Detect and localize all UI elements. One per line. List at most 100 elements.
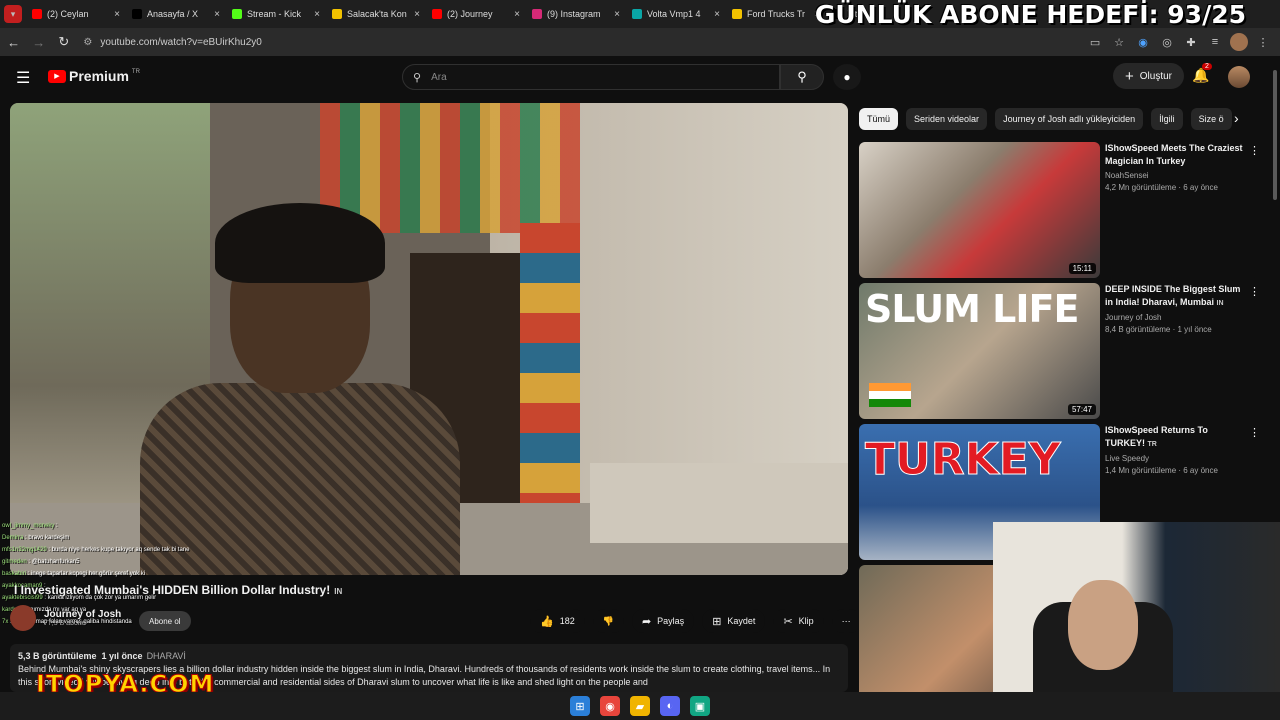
filter-chip[interactable]: Journey of Josh adlı yükleyiciden bbox=[995, 108, 1144, 130]
extensions-puzzle-icon[interactable]: ✚ bbox=[1182, 33, 1200, 51]
chat-text: @batuhanfurkan5 bbox=[31, 559, 80, 565]
save-button[interactable]: ⊞ Kaydet bbox=[702, 609, 766, 633]
browser-tab[interactable]: (2) Ceylan × bbox=[26, 2, 126, 26]
more-options-icon[interactable]: ⋮ bbox=[1249, 426, 1260, 439]
reload-icon[interactable]: ↻ bbox=[52, 30, 75, 54]
windows-icon[interactable]: ⊞ bbox=[570, 696, 590, 716]
close-tab-icon[interactable]: × bbox=[314, 9, 320, 20]
profile-icon[interactable] bbox=[1230, 33, 1249, 51]
close-tab-icon[interactable]: × bbox=[714, 9, 720, 20]
back-icon[interactable]: ← bbox=[2, 30, 25, 54]
filter-chip[interactable]: Tümü bbox=[859, 108, 899, 130]
forward-icon[interactable]: → bbox=[27, 30, 50, 54]
share-button[interactable]: ➦ Paylaş bbox=[631, 609, 695, 633]
recommended-channel[interactable]: Live Speedy bbox=[1105, 454, 1245, 463]
browser-tab[interactable]: Anasayfa / X × bbox=[126, 2, 226, 26]
chevron-right-icon[interactable]: › bbox=[1234, 110, 1239, 126]
create-button[interactable]: + Oluştur bbox=[1113, 63, 1184, 89]
save-label: Kaydet bbox=[727, 616, 756, 626]
close-tab-icon[interactable]: × bbox=[114, 9, 120, 20]
filter-chip[interactable]: İlgili bbox=[1151, 108, 1183, 130]
title-flag: IN bbox=[1216, 300, 1224, 307]
dislike-button[interactable]: 👎 bbox=[592, 609, 624, 633]
browser-menu-icon[interactable]: ⋮ bbox=[1254, 33, 1272, 51]
share-icon: ➦ bbox=[641, 615, 652, 628]
video-title-flag: IN bbox=[334, 587, 343, 596]
folder-icon[interactable]: ▰ bbox=[630, 696, 650, 716]
recommended-channel[interactable]: Journey of Josh bbox=[1105, 313, 1245, 322]
account-avatar[interactable] bbox=[1228, 66, 1250, 88]
chat-text: burda niye herkes kupe takıyor aq sende … bbox=[51, 547, 190, 553]
cast-icon[interactable]: ▭ bbox=[1086, 33, 1104, 51]
recommended-meta: 4,2 Mn görüntüleme · 6 ay önce bbox=[1105, 183, 1218, 192]
browser-tab[interactable]: (2) Journey × bbox=[426, 2, 526, 26]
browser-tab[interactable]: Ford Trucks Tr × bbox=[726, 2, 826, 26]
recommended-video[interactable]: SLUM LIFE 57:47 DEEP INSIDE The Biggest S… bbox=[859, 283, 1260, 419]
close-tab-icon[interactable]: × bbox=[414, 9, 420, 20]
subscribe-button[interactable]: Abone ol bbox=[139, 611, 191, 631]
chat-message: Demirra : bravo kardeşim bbox=[2, 535, 70, 541]
channel-avatar[interactable] bbox=[10, 605, 36, 631]
tab-list-icon[interactable]: ≡ bbox=[1206, 33, 1224, 51]
extension-a-icon[interactable]: ◉ bbox=[1134, 33, 1152, 51]
tab-title: Ford Trucks Tr bbox=[747, 9, 806, 19]
more-actions-button[interactable]: ⋯ bbox=[831, 609, 861, 633]
browser-tab[interactable]: Stream - Kick × bbox=[226, 2, 326, 26]
discord-icon[interactable]: ◐ bbox=[660, 696, 680, 716]
video-title: I Investigated Mumbai's HIDDEN Billion D… bbox=[14, 583, 342, 597]
chat-user: owl_jimmy_moneky bbox=[2, 523, 55, 529]
page-scrollbar[interactable] bbox=[1271, 60, 1279, 680]
recommended-title[interactable]: IShowSpeed Meets The Craziest Magician I… bbox=[1105, 142, 1245, 168]
search-box[interactable]: ⚲ bbox=[402, 64, 780, 90]
browser-tab[interactable]: Volta Vmp1 4 × bbox=[626, 2, 726, 26]
tab-title: (9) Instagram bbox=[547, 9, 601, 19]
recommended-video[interactable]: 15:11 IShowSpeed Meets The Craziest Magi… bbox=[859, 142, 1260, 278]
view-count: 5,3 B görüntüleme bbox=[18, 651, 97, 661]
stream-overlay-title: GÜNLÜK ABONE HEDEFİ: 93/25 bbox=[814, 0, 1246, 29]
more-options-icon[interactable]: ⋮ bbox=[1249, 144, 1260, 157]
filter-chip[interactable]: Seriden videolar bbox=[906, 108, 988, 130]
search-button[interactable]: ⚲ bbox=[780, 64, 824, 90]
app-icon[interactable]: ▣ bbox=[690, 696, 710, 716]
search-icon: ⚲ bbox=[413, 71, 422, 84]
chat-message: mfs1n32mg1429 : burda niye herkes kupe t… bbox=[2, 547, 190, 553]
x-icon bbox=[132, 9, 142, 19]
close-tab-icon[interactable]: × bbox=[614, 9, 620, 20]
recommended-channel[interactable]: NoahSensei bbox=[1105, 171, 1245, 180]
chat-text: bravo kardeşim bbox=[28, 535, 70, 541]
browser-tab[interactable]: Salacak'ta Kon × bbox=[326, 2, 426, 26]
youtube-logo[interactable]: ▶ Premium TR bbox=[48, 68, 140, 84]
volta-icon bbox=[632, 9, 642, 19]
more-options-icon[interactable]: ⋮ bbox=[1249, 285, 1260, 298]
voice-search-button[interactable]: ● bbox=[833, 64, 861, 90]
browser-tab[interactable]: (9) Instagram × bbox=[526, 2, 626, 26]
close-tab-icon[interactable]: × bbox=[514, 9, 520, 20]
video-thumbnail[interactable]: SLUM LIFE 57:47 bbox=[859, 283, 1100, 419]
video-player[interactable] bbox=[10, 103, 848, 575]
like-button[interactable]: 👍 182 bbox=[530, 609, 585, 633]
thumbnail-text: TURKEY bbox=[865, 434, 1062, 486]
bookmark-star-icon[interactable]: ☆ bbox=[1110, 33, 1128, 51]
recommended-title[interactable]: IShowSpeed Returns To TURKEY! TR bbox=[1105, 424, 1245, 451]
channel-name[interactable]: Journey of Josh bbox=[44, 609, 121, 620]
tab-search-icon[interactable]: ▾ bbox=[4, 5, 22, 23]
clip-button[interactable]: ✂ Klip bbox=[773, 609, 824, 633]
chrome-icon[interactable]: ◉ bbox=[600, 696, 620, 716]
video-tag[interactable]: DHARAVİ bbox=[147, 651, 186, 661]
recommended-title[interactable]: DEEP INSIDE The Biggest Slum in India! D… bbox=[1105, 283, 1245, 310]
s-icon bbox=[332, 9, 342, 19]
filter-chip[interactable]: Size ö bbox=[1190, 108, 1232, 130]
extension-b-icon[interactable]: ◎ bbox=[1158, 33, 1176, 51]
tab-title: (2) Journey bbox=[447, 9, 493, 19]
search-input[interactable] bbox=[431, 71, 732, 83]
channel-row: Journey of Josh 77,5 B abone bbox=[10, 605, 121, 631]
thumbnail-text: SLUM LIFE bbox=[865, 287, 1079, 331]
india-flag-icon bbox=[869, 383, 911, 407]
notifications-bell-icon[interactable]: 🔔 2 bbox=[1192, 63, 1212, 84]
hamburger-menu-icon[interactable]: ☰ bbox=[16, 68, 30, 88]
url-field[interactable]: ⚙ youtube.com/watch?v=eBUirKhu2y0 bbox=[83, 31, 1086, 53]
close-tab-icon[interactable]: × bbox=[214, 9, 220, 20]
video-duration: 15:11 bbox=[1068, 263, 1096, 274]
site-info-icon[interactable]: ⚙ bbox=[83, 37, 92, 48]
video-thumbnail[interactable]: 15:11 bbox=[859, 142, 1100, 278]
